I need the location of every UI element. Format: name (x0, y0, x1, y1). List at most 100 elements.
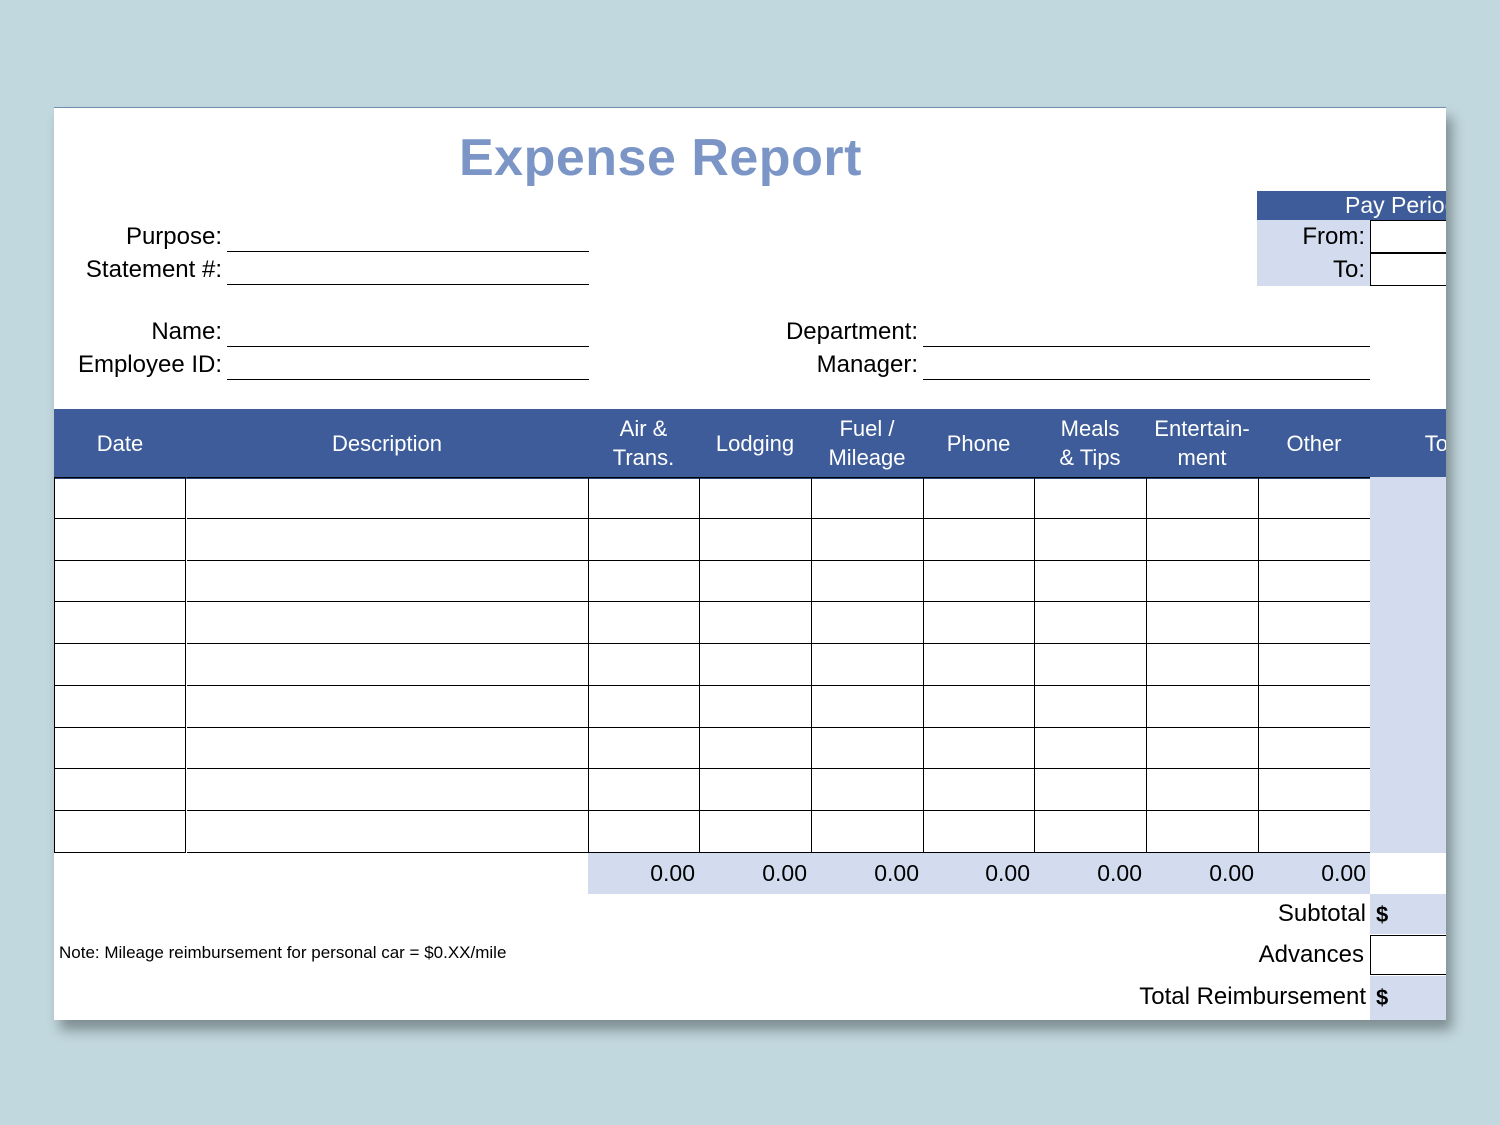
cell-air-trans[interactable] (589, 685, 700, 728)
cell-air-trans[interactable] (589, 518, 700, 561)
cell-description[interactable] (187, 685, 589, 728)
cell-description[interactable] (187, 477, 589, 519)
table-row (54, 518, 1371, 561)
department-label: Department: (785, 318, 918, 345)
cell-date[interactable] (54, 769, 186, 812)
cell-entertainment[interactable] (1147, 518, 1259, 561)
cell-air-trans[interactable] (589, 602, 700, 645)
cell-date[interactable] (54, 811, 186, 853)
cell-fuel-mileage[interactable] (812, 560, 924, 603)
cell-date[interactable] (54, 644, 186, 686)
cell-air-trans[interactable] (589, 811, 700, 853)
cell-lodging[interactable] (700, 811, 812, 853)
cell-air-trans[interactable] (589, 769, 700, 812)
cell-fuel-mileage[interactable] (812, 811, 924, 853)
pay-period-from-field[interactable] (1370, 220, 1446, 253)
cell-entertainment[interactable] (1147, 602, 1259, 645)
cell-other[interactable] (1259, 727, 1371, 770)
cell-phone[interactable] (924, 518, 1035, 561)
table-row (54, 811, 1371, 853)
cell-other[interactable] (1259, 560, 1371, 603)
cell-lodging[interactable] (700, 727, 812, 770)
cell-lodging[interactable] (700, 602, 812, 645)
manager-field[interactable] (923, 379, 1370, 380)
cell-date[interactable] (54, 685, 186, 728)
cell-description[interactable] (187, 769, 589, 812)
cell-description[interactable] (187, 811, 589, 853)
cell-meals-tips[interactable] (1035, 685, 1147, 728)
cell-entertainment[interactable] (1147, 727, 1259, 770)
statement-number-field[interactable] (227, 284, 589, 285)
cell-fuel-mileage[interactable] (812, 477, 924, 519)
cell-meals-tips[interactable] (1035, 769, 1147, 812)
column-header-phone: Phone (946, 430, 1011, 456)
cell-date[interactable] (54, 477, 186, 519)
advances-label: Advances (1258, 941, 1364, 968)
subtotal-value: $ (1370, 894, 1446, 934)
cell-description[interactable] (187, 644, 589, 686)
cell-meals-tips[interactable] (1035, 727, 1147, 770)
cell-phone[interactable] (924, 602, 1035, 645)
cell-other[interactable] (1259, 811, 1371, 853)
total-reimbursement-currency: $ (1376, 985, 1389, 1010)
cell-description[interactable] (187, 518, 589, 561)
cell-fuel-mileage[interactable] (812, 518, 924, 561)
cell-description[interactable] (187, 727, 589, 770)
cell-lodging[interactable] (700, 644, 812, 686)
cell-entertainment[interactable] (1147, 811, 1259, 853)
advances-field[interactable] (1370, 935, 1446, 975)
cell-entertainment[interactable] (1147, 644, 1259, 686)
pay-period-to-field[interactable] (1370, 253, 1446, 286)
cell-other[interactable] (1259, 685, 1371, 728)
cell-lodging[interactable] (700, 518, 812, 561)
cell-lodging[interactable] (700, 685, 812, 728)
employee-id-field[interactable] (227, 379, 589, 380)
cell-phone[interactable] (924, 811, 1035, 853)
cell-meals-tips[interactable] (1035, 518, 1147, 561)
department-field[interactable] (923, 346, 1370, 347)
statement-number-label: Statement #: (85, 256, 222, 283)
cell-other[interactable] (1259, 518, 1371, 561)
cell-fuel-mileage[interactable] (812, 769, 924, 812)
cell-fuel-mileage[interactable] (812, 685, 924, 728)
cell-other[interactable] (1259, 769, 1371, 812)
cell-other[interactable] (1259, 644, 1371, 686)
cell-fuel-mileage[interactable] (812, 644, 924, 686)
cell-meals-tips[interactable] (1035, 811, 1147, 853)
cell-date[interactable] (54, 602, 186, 645)
cell-air-trans[interactable] (589, 477, 700, 519)
cell-other[interactable] (1259, 602, 1371, 645)
cell-meals-tips[interactable] (1035, 477, 1147, 519)
pay-period-from-label: From: (1302, 223, 1365, 250)
cell-description[interactable] (187, 602, 589, 645)
cell-lodging[interactable] (700, 769, 812, 812)
cell-phone[interactable] (924, 685, 1035, 728)
cell-meals-tips[interactable] (1035, 602, 1147, 645)
cell-phone[interactable] (924, 727, 1035, 770)
cell-date[interactable] (54, 560, 186, 603)
cell-other[interactable] (1259, 477, 1371, 519)
cell-phone[interactable] (924, 560, 1035, 603)
cell-entertainment[interactable] (1147, 769, 1259, 812)
column-header-date: Date (96, 430, 144, 456)
cell-entertainment[interactable] (1147, 560, 1259, 603)
cell-meals-tips[interactable] (1035, 644, 1147, 686)
cell-description[interactable] (187, 560, 589, 603)
cell-phone[interactable] (924, 644, 1035, 686)
cell-air-trans[interactable] (589, 560, 700, 603)
cell-fuel-mileage[interactable] (812, 602, 924, 645)
cell-phone[interactable] (924, 769, 1035, 812)
cell-air-trans[interactable] (589, 644, 700, 686)
cell-phone[interactable] (924, 477, 1035, 519)
cell-lodging[interactable] (700, 477, 812, 519)
cell-date[interactable] (54, 727, 186, 770)
cell-air-trans[interactable] (589, 727, 700, 770)
cell-fuel-mileage[interactable] (812, 727, 924, 770)
name-field[interactable] (227, 346, 589, 347)
cell-entertainment[interactable] (1147, 477, 1259, 519)
cell-date[interactable] (54, 518, 186, 561)
cell-entertainment[interactable] (1147, 685, 1259, 728)
cell-lodging[interactable] (700, 560, 812, 603)
purpose-field[interactable] (227, 251, 589, 252)
cell-meals-tips[interactable] (1035, 560, 1147, 603)
